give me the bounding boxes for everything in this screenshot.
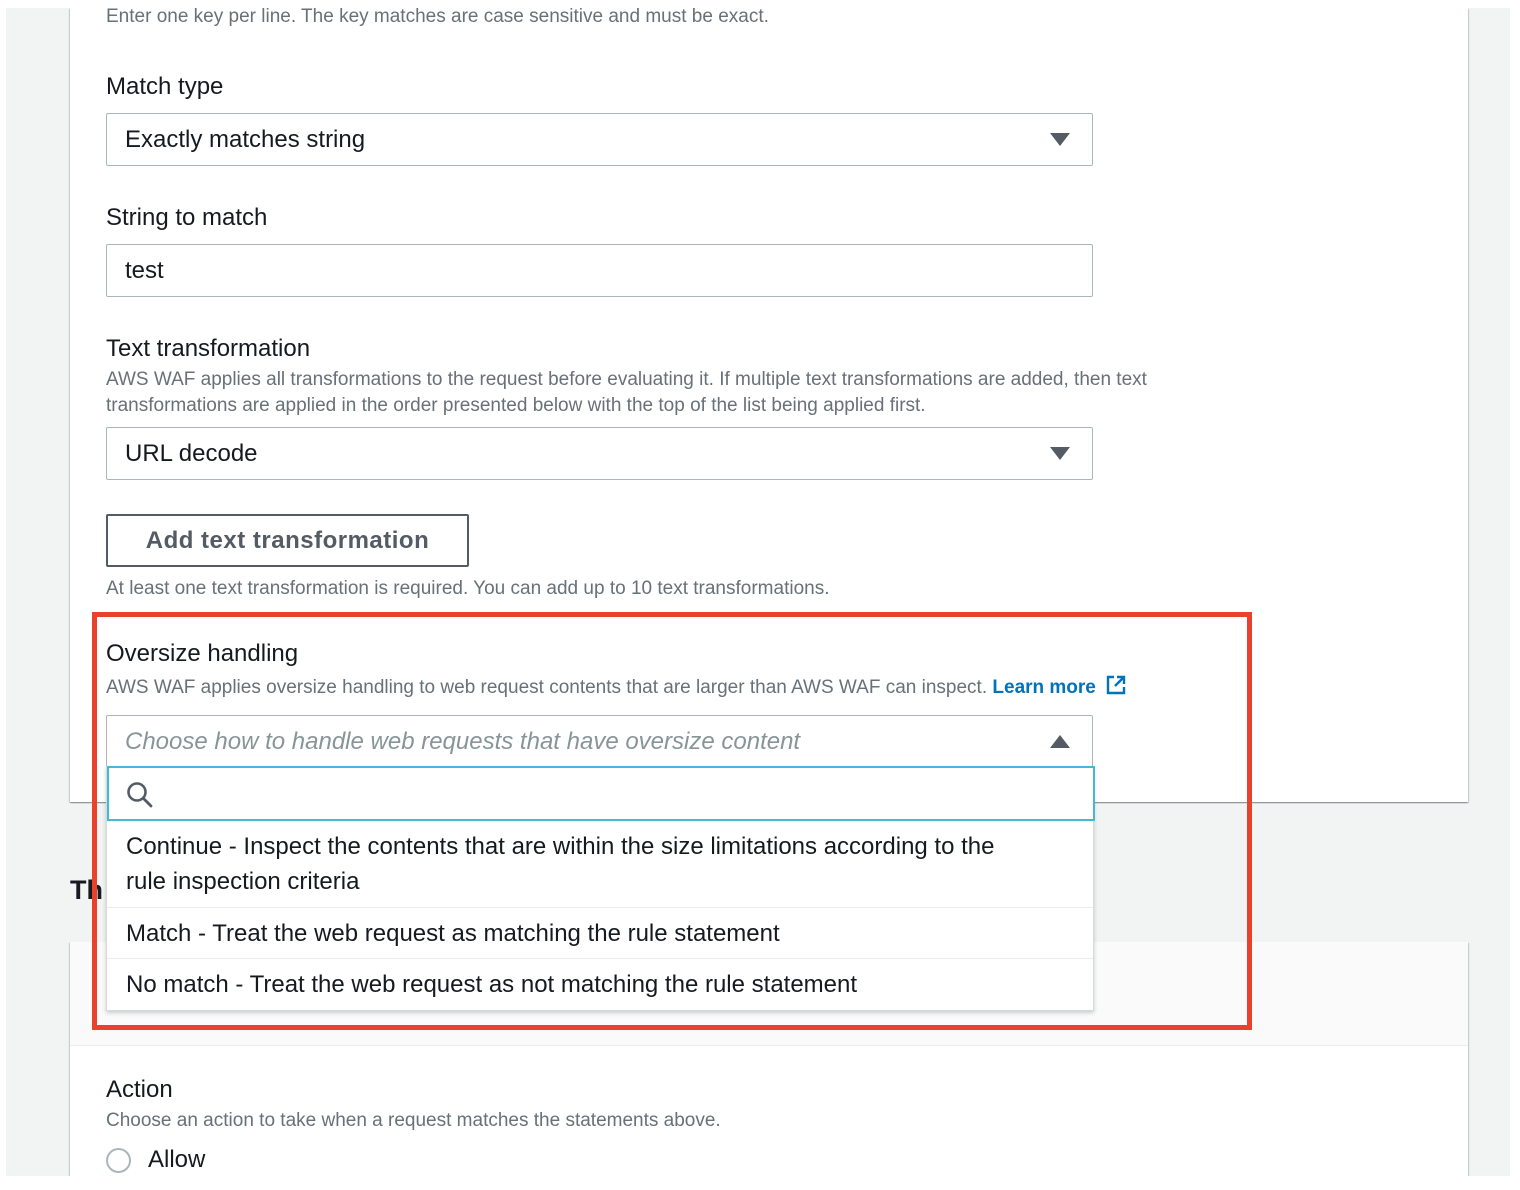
- match-type-select[interactable]: Exactly matches string: [106, 113, 1093, 166]
- text-transformation-selected-value: URL decode: [125, 440, 258, 467]
- text-transformation-label: Text transformation: [106, 335, 311, 362]
- text-transformation-description-line2: transformations are applied in the order…: [106, 395, 926, 416]
- caret-down-icon: [1050, 133, 1070, 146]
- page-bottom-edge: [0, 1176, 1520, 1190]
- action-description: Choose an action to take when a request …: [106, 1110, 721, 1131]
- string-to-match-input[interactable]: test: [106, 244, 1093, 297]
- key-match-hint: Enter one key per line. The key matches …: [106, 6, 769, 27]
- allow-radio-button[interactable]: [106, 1148, 131, 1173]
- text-transformation-description-line1: AWS WAF applies all transformations to t…: [106, 369, 1147, 390]
- action-label: Action: [106, 1076, 173, 1103]
- match-type-label: Match type: [106, 73, 224, 100]
- text-transformation-select[interactable]: URL decode: [106, 427, 1093, 480]
- add-text-transformation-button[interactable]: Add text transformation: [106, 514, 469, 567]
- caret-down-icon: [1050, 447, 1070, 460]
- annotation-highlight-box: [92, 612, 1252, 1030]
- text-transformation-constraint-hint: At least one text transformation is requ…: [106, 578, 830, 599]
- allow-radio-label[interactable]: Allow: [148, 1145, 205, 1175]
- string-to-match-value: test: [125, 257, 164, 284]
- string-to-match-label: String to match: [106, 204, 268, 231]
- match-type-selected-value: Exactly matches string: [125, 126, 366, 153]
